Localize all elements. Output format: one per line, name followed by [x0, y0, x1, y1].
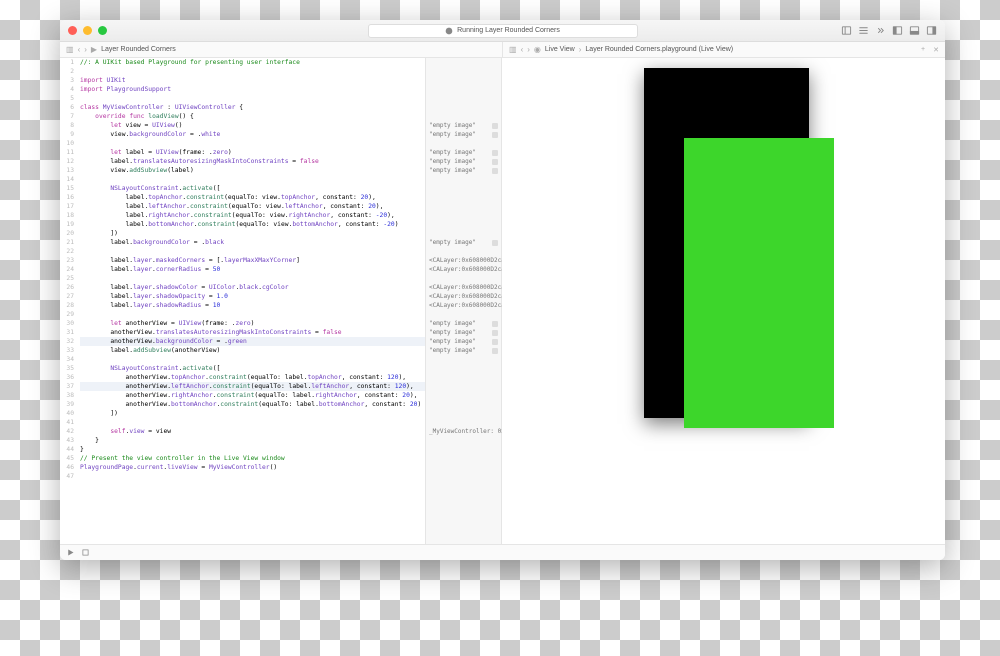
quicklook-icon[interactable]	[492, 150, 498, 156]
quicklook-icon[interactable]	[492, 240, 498, 246]
preview-canvas	[614, 68, 834, 428]
result-text[interactable]: <CALayer:0x608000D2ca…	[429, 292, 508, 301]
breadcrumb-text[interactable]: Layer Rounded Corners	[101, 46, 176, 53]
results-sidebar[interactable]: "empty image""empty image" "empty image"…	[425, 58, 501, 544]
run-icon	[445, 27, 453, 35]
result-text[interactable]: "empty image"	[429, 148, 476, 157]
result-text[interactable]: "empty image"	[429, 157, 476, 166]
file-icon: ▶	[91, 45, 97, 54]
stop-icon[interactable]	[81, 548, 90, 557]
live-view-icon: ◉	[534, 45, 541, 54]
result-text[interactable]: "empty image"	[429, 328, 476, 337]
quicklook-icon[interactable]	[492, 321, 498, 327]
status-text: Running Layer Rounded Corners	[457, 27, 560, 34]
code-editor[interactable]: 1234567891011121314151617181920212223242…	[60, 58, 502, 544]
add-icon[interactable]: +	[921, 46, 925, 53]
right-breadcrumb[interactable]: ▥ ‹ › ◉ Live View › Layer Rounded Corner…	[503, 42, 945, 57]
breadcrumb-playground[interactable]: Layer Rounded Corners.playground (Live V…	[585, 46, 733, 53]
quicklook-icon[interactable]	[492, 348, 498, 354]
result-text[interactable]: "empty image"	[429, 337, 476, 346]
breadcrumb-live-view[interactable]: Live View	[545, 46, 575, 53]
debug-bar	[60, 544, 945, 560]
zoom-icon[interactable]	[98, 26, 107, 35]
related-items-icon[interactable]: ▥	[66, 45, 74, 54]
result-text[interactable]: "empty image"	[429, 166, 476, 175]
left-breadcrumb[interactable]: ▥ ‹ › ▶ Layer Rounded Corners	[60, 42, 503, 57]
titlebar: Running Layer Rounded Corners	[60, 20, 945, 42]
result-text[interactable]: <CALayer:0x608000D2ca…	[429, 256, 508, 265]
editor-options-icon[interactable]	[858, 25, 869, 36]
result-text[interactable]: <CALayer:0x608000D2ca…	[429, 301, 508, 310]
chevron-right-icon: ›	[579, 45, 582, 54]
status-bar[interactable]: Running Layer Rounded Corners	[368, 24, 638, 38]
breadcrumb-row: ▥ ‹ › ▶ Layer Rounded Corners ▥ ‹ › ◉ Li…	[60, 42, 945, 58]
quicklook-icon[interactable]	[492, 123, 498, 129]
nav-forward-icon[interactable]: ›	[84, 45, 87, 54]
editor-assistant-icon[interactable]	[875, 25, 886, 36]
result-text[interactable]: "empty image"	[429, 238, 476, 247]
result-text[interactable]: <CALayer:0x608000D2ca…	[429, 265, 508, 274]
quicklook-icon[interactable]	[492, 159, 498, 165]
panel-right-toggle-icon[interactable]	[926, 25, 937, 36]
nav-forward-icon[interactable]: ›	[527, 45, 530, 54]
line-gutter: 1234567891011121314151617181920212223242…	[60, 58, 78, 544]
quicklook-icon[interactable]	[492, 339, 498, 345]
quicklook-icon[interactable]	[492, 132, 498, 138]
preview-green-view	[684, 138, 834, 428]
panel-left-icon[interactable]	[841, 25, 852, 36]
live-view-pane	[502, 58, 945, 544]
panel-left-toggle-icon[interactable]	[892, 25, 903, 36]
result-text[interactable]: "empty image"	[429, 130, 476, 139]
traffic-lights	[68, 26, 107, 35]
close-pane-icon[interactable]: ✕	[933, 46, 939, 54]
close-icon[interactable]	[68, 26, 77, 35]
nav-back-icon[interactable]: ‹	[521, 45, 524, 54]
nav-back-icon[interactable]: ‹	[78, 45, 81, 54]
quicklook-icon[interactable]	[492, 330, 498, 336]
related-items-icon[interactable]: ▥	[509, 45, 517, 54]
minimize-icon[interactable]	[83, 26, 92, 35]
panel-bottom-toggle-icon[interactable]	[909, 25, 920, 36]
xcode-window: Running Layer Rounded Corners ▥ ‹ › ▶ La…	[60, 20, 945, 560]
code-area[interactable]: //: A UIKit based Playground for present…	[78, 58, 425, 544]
result-text[interactable]: "empty image"	[429, 319, 476, 328]
result-text[interactable]: "empty image"	[429, 121, 476, 130]
result-text[interactable]: "empty image"	[429, 346, 476, 355]
quicklook-icon[interactable]	[492, 168, 498, 174]
play-icon[interactable]	[66, 548, 75, 557]
result-text[interactable]: <CALayer:0x608000D2ca…	[429, 283, 508, 292]
